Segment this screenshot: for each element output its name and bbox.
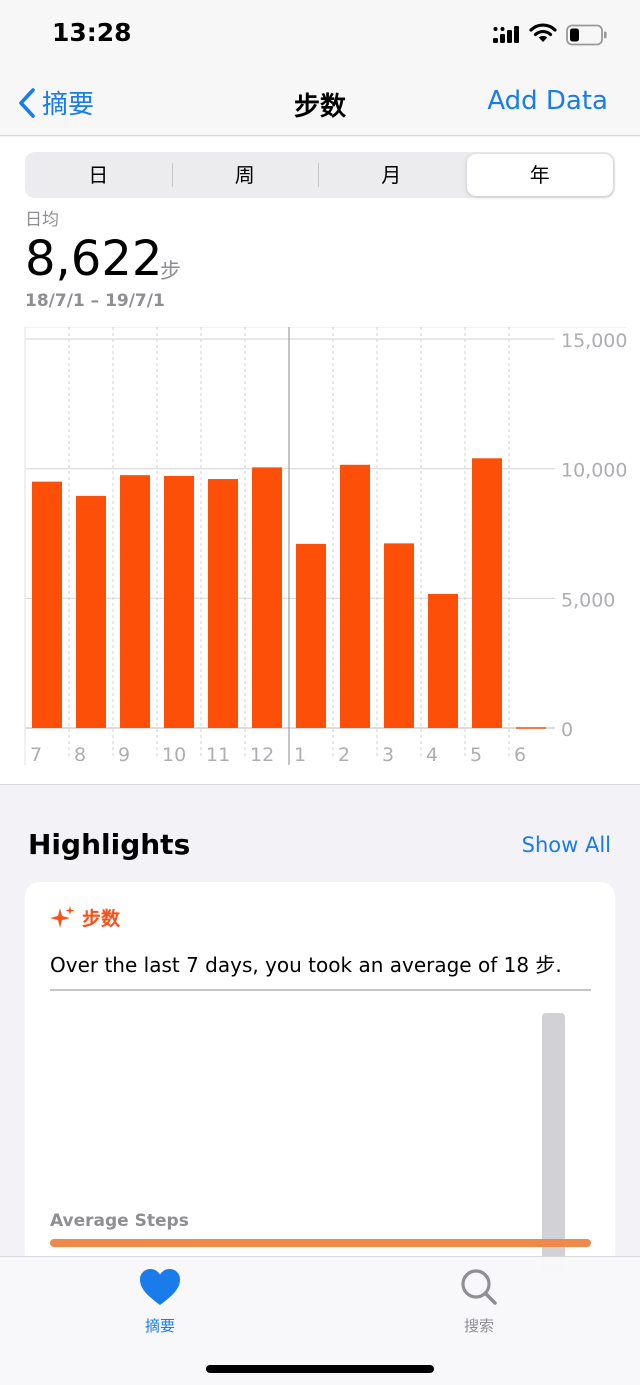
chart-bar [252,467,282,728]
highlight-card-title: 步数 [82,908,121,930]
highlight-card-header: 步数 [50,904,120,931]
status-bar: 13:28 [0,0,640,70]
comparison-bar [542,1013,565,1273]
y-tick-label: 5,000 [561,589,615,611]
status-time: 13:28 [52,18,132,47]
y-tick-label: 15,000 [561,330,627,352]
tab-search-label: 搜索 [463,1317,494,1335]
chart-bar [120,475,150,728]
add-data-button[interactable]: Add Data [487,86,608,116]
y-tick-label: 10,000 [561,460,627,482]
chart-bar [32,481,62,728]
segment-month[interactable]: 月 [318,152,465,198]
show-all-link[interactable]: Show All [522,833,611,857]
daily-average-label: 日均 [25,210,59,230]
heart-icon [140,1269,180,1305]
x-tick-label: 4 [426,744,438,766]
tab-search[interactable]: 搜索 [419,1267,539,1336]
chart-bar [76,495,106,728]
chart-bar [428,593,458,728]
chart-bar [384,543,414,728]
daily-average-value: 8,622 [25,231,163,287]
average-steps-bar [50,1239,591,1247]
navigation-bar: 摘要 步数 Add Data [0,70,640,136]
segment-year[interactable]: 年 [466,154,613,196]
average-steps-label: Average Steps [50,1211,189,1231]
sparkle-icon [50,905,75,928]
steps-bar-chart[interactable]: 15,00010,0005,00007 8 9 10 11 12 1 2 3 4 5 6 [0,327,640,772]
x-tick-label: 10 [162,744,186,766]
steps-chart-section: 日 周 月 年 日均 8,622 步 18/7/1 – 19/7/1 15,00… [0,137,640,785]
x-tick-label: 1 [294,744,306,766]
x-tick-label: 12 [250,744,274,766]
y-tick-label: 0 [561,719,573,741]
tab-summary-label: 摘要 [144,1317,175,1335]
x-tick-label: 8 [74,744,86,766]
highlights-heading: Highlights [28,828,191,861]
chart-bar [164,475,194,728]
x-tick-label: 3 [382,744,394,766]
wifi-icon [529,23,557,42]
chart-bar [208,479,238,728]
x-tick-label: 2 [338,744,350,766]
chart-bar [472,458,502,728]
chart-bar [296,543,326,728]
daily-average-unit: 步 [160,259,181,283]
card-divider [50,989,591,991]
x-tick-label: 7 [30,744,42,766]
highlight-card-text: Over the last 7 days, you took an averag… [50,953,562,977]
x-tick-label: 5 [470,744,482,766]
period-segmented-control: 日 周 月 年 [25,152,615,198]
x-tick-label: 9 [118,744,130,766]
battery-icon [566,24,607,46]
tab-summary[interactable]: 摘要 [100,1267,220,1336]
date-range: 18/7/1 – 19/7/1 [25,291,165,311]
home-indicator [206,1365,434,1373]
search-icon [461,1269,497,1305]
tab-bar: 摘要 搜索 [0,1256,640,1385]
x-tick-label: 11 [206,744,230,766]
x-tick-label: 6 [514,744,526,766]
segment-day[interactable]: 日 [25,152,172,198]
segment-week[interactable]: 周 [171,152,319,198]
chart-bar [340,464,370,728]
cellular-signal-icon [493,26,519,43]
